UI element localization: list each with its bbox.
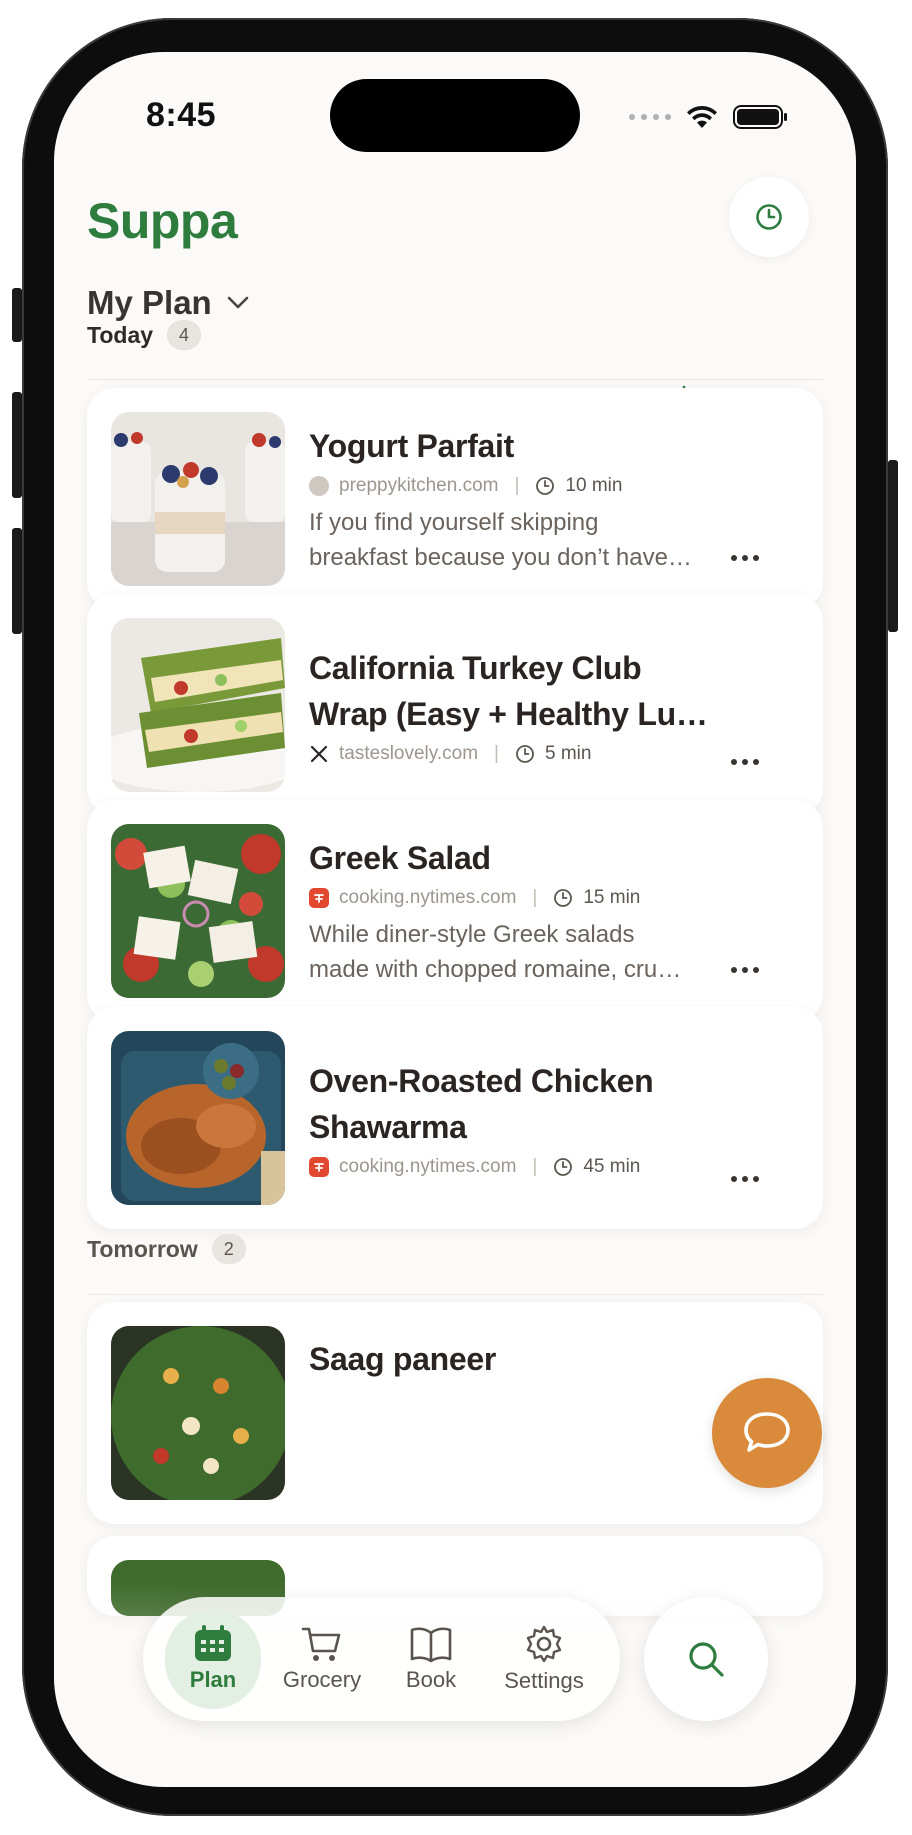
app-title: Suppa	[87, 193, 238, 249]
recipe-time: 15 min	[583, 887, 641, 908]
recipe-image	[111, 824, 285, 998]
recipe-source: cooking.nytimes.com	[339, 1156, 517, 1177]
recipe-image	[111, 412, 285, 586]
signal-icon	[629, 114, 671, 120]
tab-bar: Plan Grocery Book Settings	[143, 1597, 620, 1721]
divider	[87, 1294, 823, 1295]
wifi-icon	[687, 105, 717, 128]
clock-icon	[554, 889, 573, 907]
status-icons	[629, 102, 787, 132]
recipe-description: While diner-style Greek salads	[309, 921, 635, 948]
chevron-down-icon	[227, 296, 249, 309]
tab-label: Book	[405, 1667, 457, 1692]
recipe-time: 45 min	[583, 1156, 641, 1177]
volume-down-button	[12, 528, 22, 634]
search-icon	[689, 1642, 724, 1677]
recipe-title: Yogurt Parfait	[309, 428, 515, 464]
recipe-title-line2: Shawarma	[309, 1109, 467, 1145]
recipe-meta: cooking.nytimes.com | 15 min	[309, 887, 765, 909]
recipe-description-line2: breakfast because you don’t have…	[309, 544, 692, 571]
count-badge: 2	[211, 1234, 246, 1264]
card-body: Greek Salad cooking.nytimes.com | 15 min…	[309, 800, 765, 1022]
recipe-image	[111, 1031, 285, 1205]
section-today: Today 4	[87, 320, 202, 350]
calendar-icon	[195, 1625, 231, 1661]
clock-icon	[554, 1158, 573, 1176]
more-options-button[interactable]	[725, 960, 765, 980]
recipe-source: preppykitchen.com	[339, 475, 499, 496]
recipe-image	[111, 618, 285, 792]
recipe-source: cooking.nytimes.com	[339, 887, 517, 908]
status-time: 8:45	[146, 96, 217, 134]
dynamic-island	[330, 79, 580, 152]
card-body: Oven-Roasted Chicken Shawarma cooking.ny…	[309, 1007, 765, 1229]
nyt-icon	[309, 888, 329, 908]
recipe-card[interactable]: Yogurt Parfait preppykitchen.com | 10 mi…	[87, 388, 823, 610]
gear-icon	[526, 1625, 562, 1663]
recipe-meta: cooking.nytimes.com | 45 min	[309, 1156, 765, 1178]
count-badge: 4	[167, 320, 202, 350]
section-label: Tomorrow	[87, 1235, 198, 1262]
recipe-card[interactable]: Greek Salad cooking.nytimes.com | 15 min…	[87, 800, 823, 1022]
utensils-icon	[310, 745, 328, 763]
recipe-title: Oven-Roasted Chicken	[309, 1063, 654, 1099]
search-button[interactable]	[644, 1597, 768, 1721]
chat-bubble-icon	[744, 1412, 790, 1452]
action-button	[12, 288, 22, 342]
nyt-icon	[309, 1157, 329, 1177]
recipe-image	[111, 1326, 285, 1500]
section-tomorrow: Tomorrow 2	[87, 1234, 246, 1264]
more-options-button[interactable]	[725, 548, 765, 568]
recipe-card[interactable]: Oven-Roasted Chicken Shawarma cooking.ny…	[87, 1007, 823, 1229]
tab-book[interactable]: Book	[383, 1597, 479, 1721]
tab-label: Grocery	[282, 1667, 362, 1692]
card-body: Saag paneer	[309, 1302, 765, 1524]
recipe-card[interactable]: Saag paneer	[87, 1302, 823, 1524]
recipe-time: 10 min	[565, 475, 623, 496]
tab-grocery[interactable]: Grocery	[263, 1597, 381, 1721]
plan-selector[interactable]: My Plan	[87, 284, 250, 322]
card-body: California Turkey Club Wrap (Easy + Heal…	[309, 594, 765, 816]
history-button[interactable]	[729, 177, 809, 257]
divider	[87, 379, 823, 380]
plan-name: My Plan	[87, 284, 212, 321]
battery-icon	[733, 105, 787, 129]
chat-button[interactable]	[712, 1378, 822, 1488]
recipe-card[interactable]: California Turkey Club Wrap (Easy + Heal…	[87, 594, 823, 816]
tab-plan[interactable]: Plan	[165, 1597, 261, 1721]
recipe-title: Saag paneer	[309, 1341, 497, 1377]
recipe-description-line2: made with chopped romaine, cru…	[309, 956, 682, 983]
recipe-title: California Turkey Club	[309, 650, 642, 686]
more-options-button[interactable]	[725, 1169, 765, 1189]
recipe-description: If you find yourself skipping	[309, 509, 599, 536]
power-button	[888, 460, 898, 632]
clock-icon	[516, 745, 534, 763]
recipe-meta: preppykitchen.com | 10 min	[309, 475, 765, 497]
book-icon	[410, 1627, 452, 1663]
recipe-time: 5 min	[544, 743, 592, 764]
screen: 8:45 Suppa My Plan Today 4 Yogurt Parfai…	[54, 52, 856, 1787]
recipe-title: Greek Salad	[309, 840, 491, 876]
more-options-button[interactable]	[725, 752, 765, 772]
tab-settings[interactable]: Settings	[481, 1597, 607, 1721]
volume-up-button	[12, 392, 22, 498]
recipe-source: tasteslovely.com	[339, 743, 479, 764]
tab-label: Plan	[189, 1667, 237, 1692]
recipe-title-line2: Wrap (Easy + Healthy Lu…	[309, 696, 708, 732]
recipe-meta: tasteslovely.com | 5 min	[309, 743, 765, 765]
card-body: Yogurt Parfait preppykitchen.com | 10 mi…	[309, 388, 765, 610]
cart-icon	[301, 1627, 341, 1661]
section-label: Today	[87, 321, 154, 348]
tab-label: Settings	[504, 1668, 584, 1693]
avatar-icon	[309, 476, 329, 496]
clock-icon	[536, 477, 555, 495]
clock-icon	[756, 204, 782, 230]
